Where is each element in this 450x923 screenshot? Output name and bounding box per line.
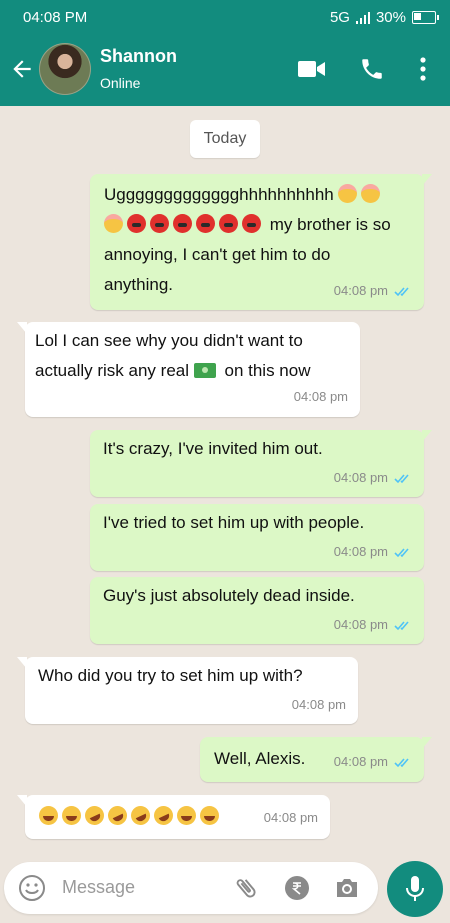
message-time: 04:08 pm <box>333 544 388 559</box>
rofl-emoji <box>127 802 154 829</box>
status-bar: 04:08 PM 5G 30% <box>0 0 450 34</box>
angry-face-emoji <box>127 214 146 233</box>
message-outgoing[interactable]: I've tried to set him up with people. 04… <box>90 504 424 571</box>
message-time: 04:08 pm <box>333 283 388 298</box>
message-outgoing[interactable]: Well, Alexis. 04:08 pm <box>200 737 432 782</box>
attachment-icon[interactable] <box>233 875 259 901</box>
message-time: 04:08 pm <box>333 617 388 632</box>
message-text: my brother is so <box>269 215 391 234</box>
microphone-icon <box>406 876 424 901</box>
rofl-emoji <box>150 802 177 829</box>
emoji-icon[interactable] <box>18 874 46 902</box>
date-chip: Today <box>190 120 260 158</box>
laughing-emoji <box>39 806 58 825</box>
rupee-icon[interactable] <box>284 875 310 901</box>
message-text: I've tried to set him up with people. <box>103 513 365 532</box>
network-label: 5G <box>329 9 350 26</box>
angry-face-emoji <box>150 214 169 233</box>
double-check-icon <box>394 286 409 296</box>
laughing-emoji <box>177 806 196 825</box>
contact-status: Online <box>100 75 141 91</box>
angry-face-emoji <box>173 214 192 233</box>
double-check-icon <box>394 757 409 767</box>
video-call-icon[interactable] <box>298 59 326 79</box>
emoji-row <box>39 802 223 832</box>
exploding-head-emoji <box>338 184 358 203</box>
message-time: 04:08 pm <box>291 697 346 712</box>
message-time: 04:08 pm <box>333 470 388 485</box>
double-check-icon <box>394 547 409 557</box>
battery-icon <box>412 11 439 24</box>
rofl-emoji <box>81 802 108 829</box>
message-text: actually risk any real <box>35 361 190 380</box>
message-incoming[interactable]: 04:08 pm <box>17 795 330 839</box>
exploding-head-emoji <box>104 214 123 233</box>
message-text: anything. <box>104 275 173 294</box>
angry-face-emoji <box>219 214 238 233</box>
chat-header: Shannon Online <box>0 34 450 106</box>
avatar[interactable] <box>39 43 91 95</box>
message-input[interactable]: Message <box>62 877 135 898</box>
message-time: 04:08 pm <box>293 389 348 404</box>
double-check-icon <box>394 620 409 630</box>
message-time: 04:08 pm <box>263 810 318 825</box>
message-text: on this now <box>224 361 311 380</box>
message-composer[interactable]: Message <box>4 862 378 914</box>
contact-name[interactable]: Shannon <box>100 46 177 67</box>
message-outgoing[interactable]: It's crazy, I've invited him out. 04:08 … <box>90 430 432 497</box>
signal-icon <box>355 11 370 24</box>
message-text: Guy's just absolutely dead inside. <box>103 586 355 605</box>
rofl-emoji <box>104 802 131 829</box>
phone-icon[interactable] <box>359 56 385 82</box>
angry-face-emoji <box>242 214 261 233</box>
laughing-emoji <box>200 806 219 825</box>
message-text: It's crazy, I've invited him out. <box>103 439 323 458</box>
double-check-icon <box>394 473 409 483</box>
message-text: annoying, I can't get him to do <box>104 245 331 264</box>
status-time: 04:08 PM <box>23 9 88 26</box>
angry-face-emoji <box>196 214 215 233</box>
battery-percent: 30% <box>375 9 406 26</box>
more-vertical-icon[interactable] <box>418 57 428 81</box>
message-outgoing[interactable]: Uggggggggggggghhhhhhhhhh my brother is s… <box>90 174 432 310</box>
mic-button[interactable] <box>387 861 443 917</box>
message-incoming[interactable]: Lol I can see why you didn't want to act… <box>17 322 360 417</box>
message-text: Who did you try to set him up with? <box>38 666 303 685</box>
message-text: Lol I can see why you didn't want to <box>35 331 303 350</box>
message-text: Uggggggggggggghhhhhhhhhh <box>104 185 334 204</box>
chat-area[interactable]: Today Uggggggggggggghhhhhhhhhh my brothe… <box>0 106 450 856</box>
arrow-left-icon[interactable] <box>9 56 35 82</box>
money-emoji <box>193 363 216 378</box>
exploding-head-emoji <box>361 184 381 203</box>
camera-icon[interactable] <box>334 876 360 900</box>
message-text: Well, Alexis. <box>214 749 306 768</box>
message-outgoing[interactable]: Guy's just absolutely dead inside. 04:08… <box>90 577 424 644</box>
message-incoming[interactable]: Who did you try to set him up with? 04:0… <box>17 657 358 724</box>
message-time: 04:08 pm <box>333 754 388 769</box>
laughing-emoji <box>62 806 81 825</box>
